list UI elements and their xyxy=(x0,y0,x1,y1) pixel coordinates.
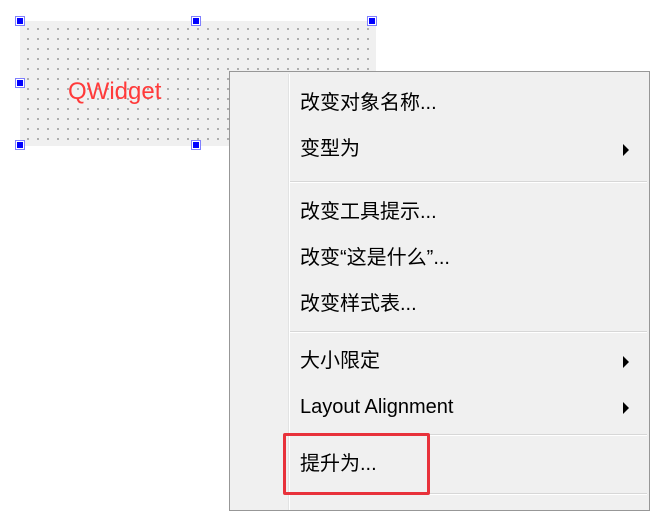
submenu-arrow-icon xyxy=(623,144,629,156)
menu-item-label: 改变样式表... xyxy=(300,293,417,315)
resize-handle-top-right[interactable] xyxy=(367,16,377,26)
menu-separator xyxy=(290,181,647,183)
menu-item-layout-alignment[interactable]: Layout Alignment xyxy=(232,384,647,430)
submenu-arrow-icon xyxy=(623,356,629,368)
menu-item-change-whats-this[interactable]: 改变“这是什么”... xyxy=(232,235,647,281)
menu-item-label: 大小限定 xyxy=(300,350,380,372)
widget-class-label: QWidget xyxy=(68,78,162,105)
menu-item-change-tooltip[interactable]: 改变工具提示... xyxy=(232,189,647,235)
resize-handle-top-left[interactable] xyxy=(15,16,25,26)
menu-item-morph-into[interactable]: 变型为 xyxy=(232,126,647,172)
menu-item-change-stylesheet[interactable]: 改变样式表... xyxy=(232,281,647,327)
highlight-annotation-box xyxy=(283,433,430,495)
resize-handle-top-center[interactable] xyxy=(191,16,201,26)
menu-item-label: 改变对象名称... xyxy=(300,92,437,114)
resize-handle-bottom-center[interactable] xyxy=(191,140,201,150)
menu-item-label: Layout Alignment xyxy=(300,396,454,418)
menu-item-change-object-name[interactable]: 改变对象名称... xyxy=(232,80,647,126)
menu-item-size-constraints[interactable]: 大小限定 xyxy=(232,338,647,384)
menu-item-label: 改变“这是什么”... xyxy=(300,247,450,269)
menu-item-label: 变型为 xyxy=(300,138,360,160)
resize-handle-middle-left[interactable] xyxy=(15,78,25,88)
menu-item-label: 改变工具提示... xyxy=(300,201,437,223)
menu-separator xyxy=(290,331,647,333)
resize-handle-bottom-left[interactable] xyxy=(15,140,25,150)
submenu-arrow-icon xyxy=(623,402,629,414)
